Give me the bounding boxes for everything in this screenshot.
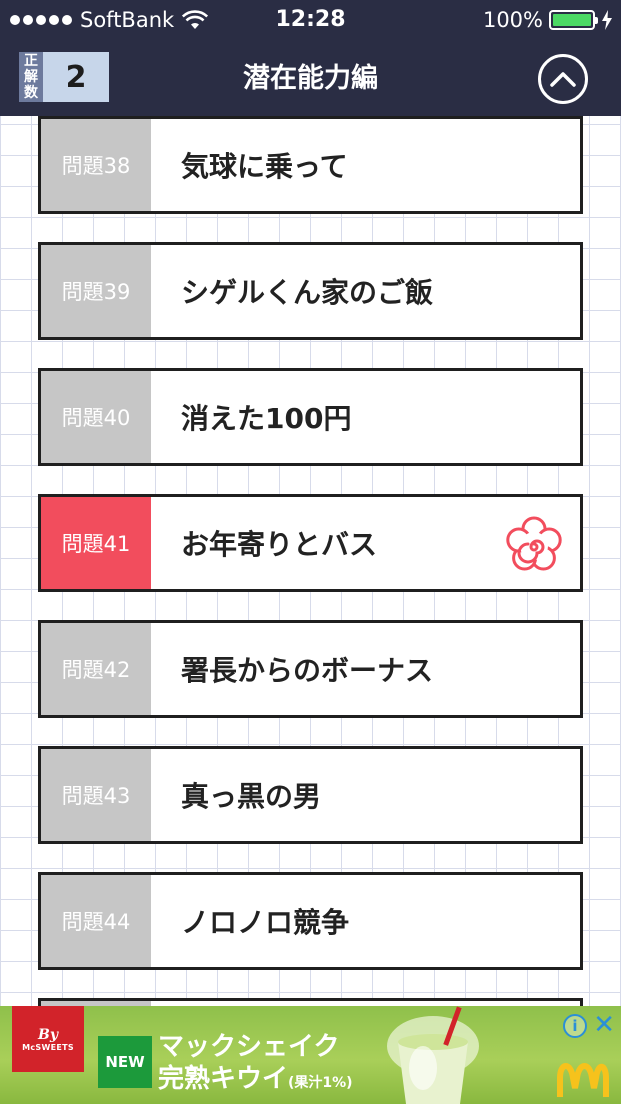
problem-title: ノロノロ競争 [181, 906, 350, 939]
problem-item-39[interactable]: 問題39 シゲルくん家のご飯 [38, 242, 583, 340]
problem-title: シゲルくん家のご飯 [181, 276, 434, 309]
problem-number: 問題39 [41, 245, 151, 337]
problem-title: 署長からのボーナス [181, 654, 434, 687]
problem-item-42[interactable]: 問題42 署長からのボーナス [38, 620, 583, 718]
problem-number: 問題43 [41, 749, 151, 841]
ad-new-badge: NEW [98, 1036, 152, 1088]
chevron-up-icon [550, 72, 576, 87]
score-box: 正 解 数 2 [19, 52, 109, 102]
problem-item-44[interactable]: 問題44 ノロノロ競争 [38, 872, 583, 970]
battery-icon [549, 10, 598, 30]
problem-list[interactable]: 問題38 気球に乗って 問題39 シゲルくん家のご飯 問題40 消えた100円 … [0, 116, 621, 1006]
problem-number: 問題38 [41, 119, 151, 211]
problem-item-38[interactable]: 問題38 気球に乗って [38, 116, 583, 214]
problem-number: 問題42 [41, 623, 151, 715]
scroll-top-button[interactable] [538, 54, 588, 104]
ad-banner[interactable]: By McSWEETS NEW マックシェイク 完熟キウイ(果汁1%) i ✕ [0, 1006, 621, 1104]
shake-cup-image [387, 1006, 479, 1104]
charging-icon [602, 10, 612, 30]
solved-flower-icon [506, 516, 562, 571]
ad-brand-logo: By McSWEETS [12, 1006, 84, 1072]
score-label: 正 解 数 [19, 52, 43, 102]
problem-item-43[interactable]: 問題43 真っ黒の男 [38, 746, 583, 844]
page-title: 潜在能力編 [243, 63, 378, 94]
ad-info-icon[interactable]: i [563, 1014, 587, 1038]
app-header: SoftBank 12:28 100% 正 解 数 2 潜在能力編 [0, 0, 621, 116]
problem-number: 問題44 [41, 875, 151, 967]
ad-subheadline: 完熟キウイ(果汁1%) [158, 1064, 353, 1094]
mcdonalds-logo-icon [557, 1063, 609, 1097]
ad-close-icon[interactable]: ✕ [593, 1012, 615, 1038]
battery-percent: 100% [482, 8, 543, 32]
status-bar: SoftBank 12:28 100% [0, 0, 621, 42]
problem-item-41[interactable]: 問題41 お年寄りとバス [38, 494, 583, 592]
nav-bar: 正 解 数 2 潜在能力編 [0, 42, 621, 116]
problem-item-next-partial[interactable] [38, 998, 583, 1006]
problem-item-40[interactable]: 問題40 消えた100円 [38, 368, 583, 466]
problem-number: 問題41 [41, 497, 151, 589]
problem-number: 問題40 [41, 371, 151, 463]
problem-title: 真っ黒の男 [181, 780, 322, 813]
problem-title: 消えた100円 [181, 402, 352, 435]
problem-title: 気球に乗って [181, 150, 348, 183]
status-right: 100% [483, 8, 613, 32]
score-value: 2 [43, 52, 109, 102]
